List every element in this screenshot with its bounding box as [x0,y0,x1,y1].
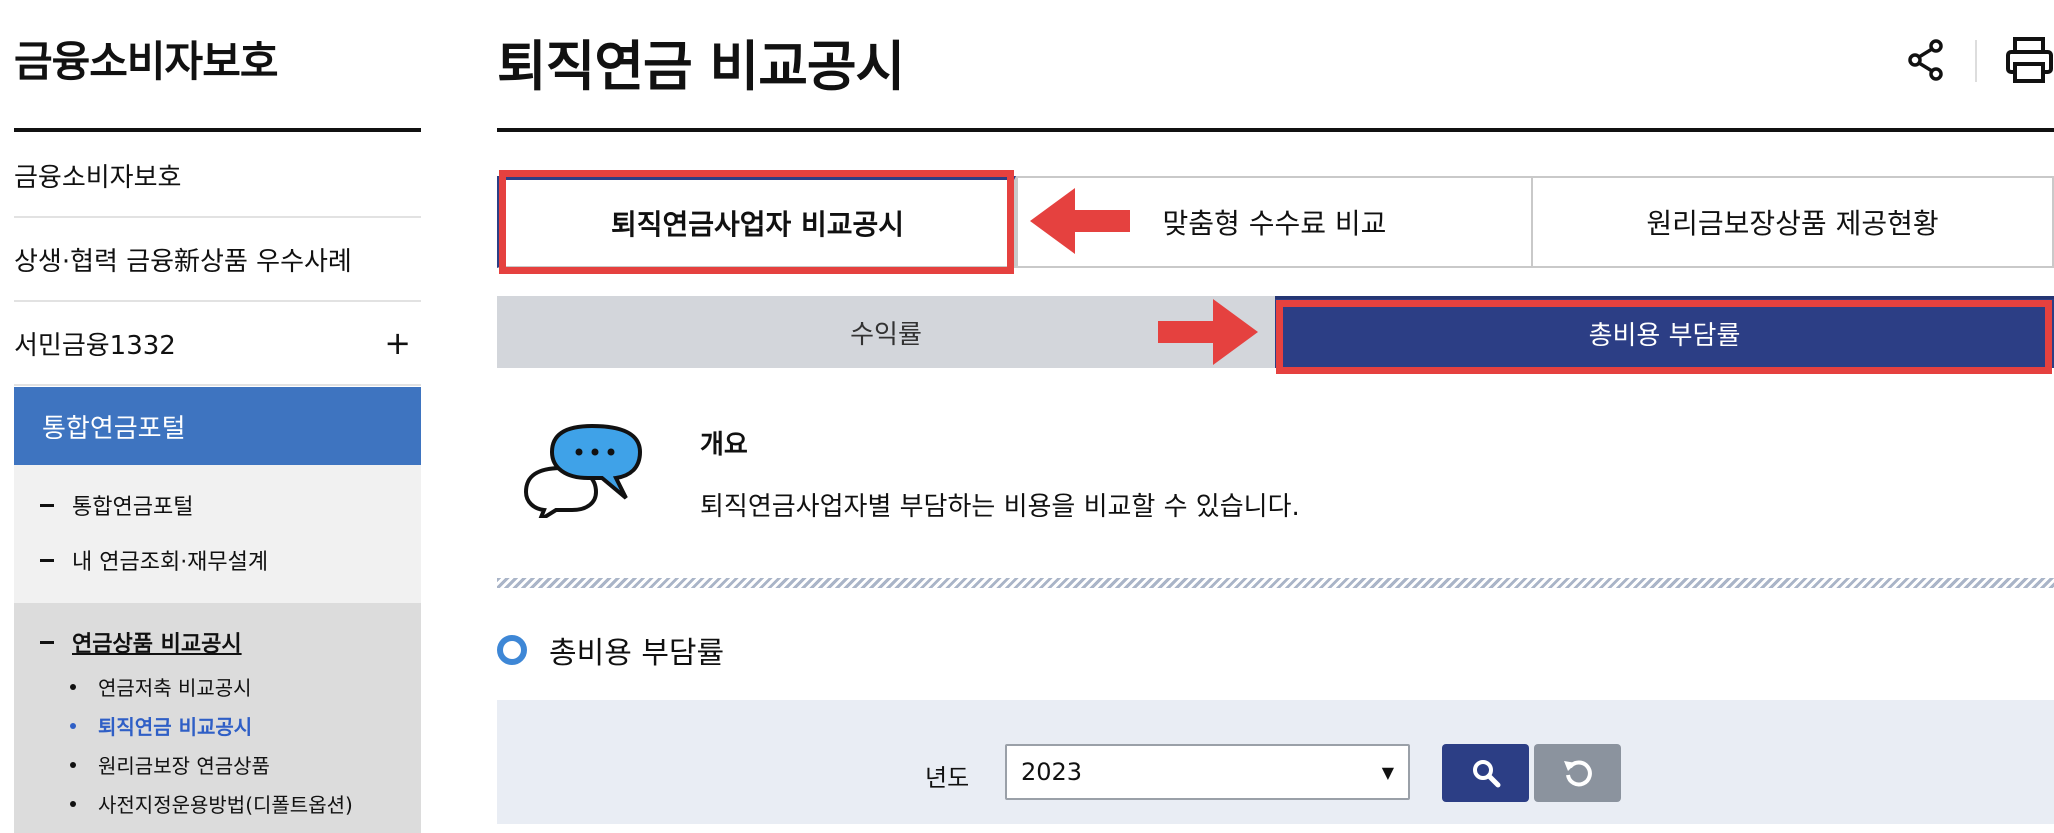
red-arrow-left-icon [1030,186,1130,260]
sidebar-item-consumer-protection[interactable]: 금융소비자보호 [14,134,421,218]
year-value: 2023 [1021,758,1083,786]
section-heading: 총비용 부담률 [497,628,724,672]
leaf-label: 원리금보장 연금상품 [98,754,270,778]
bullet-icon [70,761,76,768]
print-icon[interactable] [2005,36,2054,88]
share-icon[interactable] [1906,38,1946,86]
sidebar-item-best-cases[interactable]: 상생·협력 금융新상품 우수사례 [14,218,421,302]
red-arrow-right-icon [1158,298,1258,370]
leaf-label: 사전지정운용방법(디폴트옵션) [98,793,353,817]
dash-icon [40,503,54,507]
submenu-label: 내 연금조회·재무설계 [72,550,269,575]
tab-guaranteed-products[interactable]: 원리금보장상품 제공현황 [1531,176,2054,268]
submenu-item-my-pension[interactable]: 내 연금조회·재무설계 [40,544,268,576]
header-separator [1975,40,1977,82]
leaf-item-savings[interactable]: 연금저축 비교공시 [70,672,252,701]
bullet-icon [70,800,76,807]
section-divider [497,578,2054,588]
bullet-icon [70,683,76,690]
dash-icon [40,558,54,562]
sidebar-item-label: 상생·협력 금융新상품 우수사례 [14,246,352,277]
page-title: 퇴직연금 비교공시 [497,35,905,98]
refresh-icon [1563,760,1592,787]
main-divider [497,128,2054,132]
year-select[interactable]: 2023 ▼ [1005,744,1410,800]
reset-button[interactable] [1534,744,1621,802]
submenu-label: 연금상품 비교공시 [72,632,242,657]
expand-plus-icon[interactable]: + [384,324,411,362]
radio-bullet-icon [497,635,527,665]
search-button[interactable] [1442,744,1529,802]
chat-bubbles-icon [522,422,644,525]
leaf-label: 퇴직연금 비교공시 [98,715,253,739]
overview-label: 개요 [700,430,748,460]
overview-text: 퇴직연금사업자별 부담하는 비용을 비교할 수 있습니다. [700,492,1300,522]
tab-provider-compare[interactable]: 퇴직연금사업자 비교공시 [497,176,1016,268]
sidebar-divider [14,128,421,132]
sidebar-title: 금융소비자보호 [14,37,278,86]
search-icon [1472,760,1500,788]
submenu-item-pension-portal[interactable]: 통합연금포털 [40,489,193,521]
leaf-item-default-option[interactable]: 사전지정운용방법(디폴트옵션) [70,789,353,818]
year-label: 년도 [925,764,970,792]
bullet-icon [70,722,76,729]
dash-icon [40,640,54,644]
subtab-total-cost[interactable]: 총비용 부담률 [1275,296,2054,368]
submenu-item-product-compare[interactable]: 연금상품 비교공시 [40,626,242,658]
leaf-item-retirement[interactable]: 퇴직연금 비교공시 [70,711,252,740]
submenu-label: 통합연금포털 [72,495,194,520]
sidebar-item-label: 금융소비자보호 [14,162,182,193]
sidebar-item-pension-portal[interactable]: 통합연금포털 [14,387,421,465]
leaf-item-guaranteed[interactable]: 원리금보장 연금상품 [70,750,270,779]
chevron-down-icon: ▼ [1381,762,1394,782]
section-title: 총비용 부담률 [549,636,725,671]
sidebar-item-label: 서민금융1332 [14,330,176,361]
sidebar-submenu [14,465,421,603]
leaf-label: 연금저축 비교공시 [98,676,252,700]
sidebar-item-1332[interactable]: 서민금융1332 + [14,302,421,386]
